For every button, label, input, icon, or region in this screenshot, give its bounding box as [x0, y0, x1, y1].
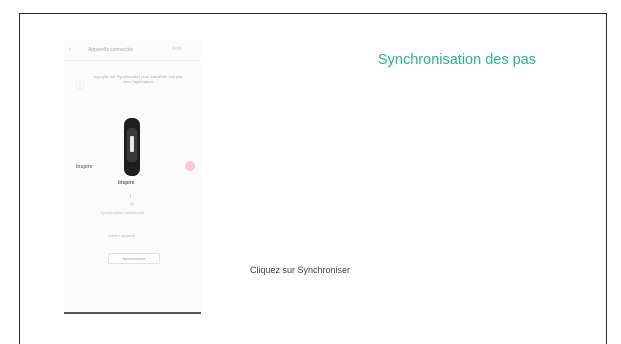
sync-now-link[interactable]: Synchroniser maintenant: [100, 210, 144, 215]
slide-title: Synchronisation des pas: [378, 52, 536, 68]
device-status: i: [130, 194, 132, 200]
device-name: Inspire: [118, 180, 135, 186]
back-arrow-icon[interactable]: ‹: [69, 46, 71, 53]
help-link[interactable]: Aide: [172, 46, 182, 52]
phone-header-title: Appareils connectés: [88, 47, 134, 53]
phone-bottom-bar: [64, 312, 201, 314]
manage-device-link[interactable]: Gérer l'appareil: [108, 233, 135, 238]
info-icon: ⓘ: [76, 81, 84, 90]
notification-badge: [185, 161, 195, 171]
slide-caption: Cliquez sur Synchroniser: [250, 265, 351, 275]
side-device-label: Inspire: [76, 164, 93, 170]
header-divider: [64, 60, 201, 61]
sync-button[interactable]: Synchroniser: [108, 253, 160, 264]
sync-instruction: Appuyez sur Synchroniser pour transférer…: [93, 74, 183, 84]
phone-screenshot: ‹ Appareils connectés Aide ⓘ Appuyez sur…: [64, 40, 201, 314]
phone-header: ‹ Appareils connectés Aide: [66, 46, 199, 56]
sync-icon: ⟳: [130, 202, 135, 208]
